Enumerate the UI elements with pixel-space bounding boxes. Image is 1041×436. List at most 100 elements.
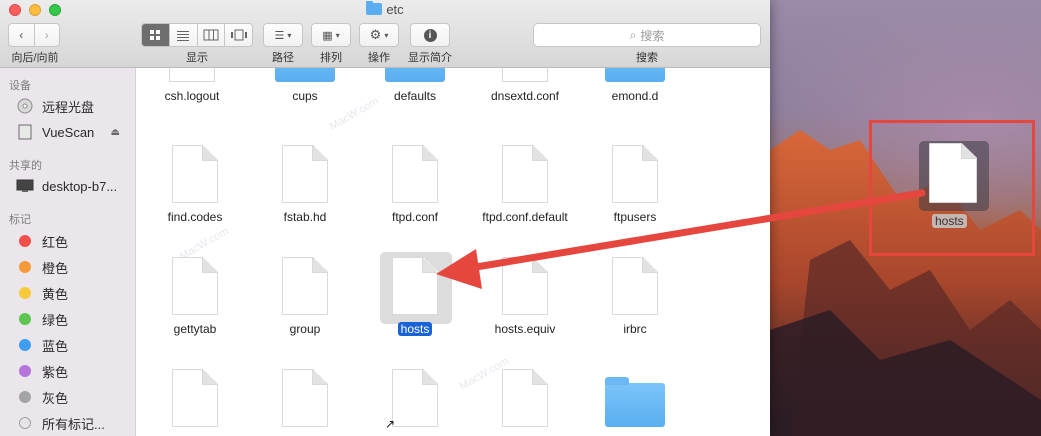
chevron-down-icon: ▾ [384,30,389,40]
gallery-view-button[interactable] [225,24,252,46]
eject-icon[interactable]: ⏏ [111,127,120,138]
document-icon [282,369,328,427]
folder-item[interactable]: defaults [360,68,470,103]
drive-icon [16,124,34,140]
file-item-hosts-selected[interactable]: hosts [360,257,470,336]
document-icon [172,145,218,203]
sidebar-header-shared: 共享的 [9,160,42,172]
sidebar-item-desktop[interactable]: desktop-b7... [16,175,134,197]
folder-icon [366,1,383,15]
all-tags-icon [19,417,31,429]
file-item[interactable]: csh.logout [137,68,247,103]
arrange-button[interactable]: ▦ ▾ [311,23,351,47]
view-label: 显示 [186,52,208,64]
arrange-label: 排列 [320,52,342,64]
arrange-icon: ▦ [322,29,333,42]
back-button[interactable]: ‹ [9,24,35,46]
alias-arrow-icon: ↗ [385,417,396,431]
file-item[interactable]: dnsextd.conf [470,68,580,103]
file-item[interactable] [140,369,250,427]
action-button[interactable]: ⚙ ▾ [359,23,399,47]
path-icon: ☰ [274,29,285,42]
file-item[interactable]: ftpusers [580,145,690,224]
search-icon: ⌕ [629,27,637,42]
folder-icon [605,377,665,427]
list-icon [177,31,190,41]
path-label: 路径 [272,52,294,64]
column-view-button[interactable] [198,24,226,46]
folder-icon [275,68,335,82]
document-icon [612,257,658,315]
folder-item[interactable]: emond.d [580,68,690,103]
file-item[interactable] [250,369,360,427]
file-item[interactable]: gettytab [140,257,250,336]
sidebar-tag-red[interactable]: 红色 [16,230,134,252]
folder-item[interactable] [580,369,690,427]
file-item[interactable]: irbrc [580,257,690,336]
folder-item[interactable]: cups [250,68,360,103]
document-icon [392,257,438,315]
file-item[interactable]: ftpd.conf [360,145,470,224]
monitor-icon [16,178,34,194]
folder-icon [605,68,665,82]
sidebar-tag-gray[interactable]: 灰色 [16,386,134,408]
file-item[interactable]: ↗ [360,369,470,431]
orange-tag-dot [19,261,31,273]
green-tag-dot [19,313,31,325]
yellow-tag-dot [19,287,31,299]
purple-tag-dot [19,365,31,377]
file-grid: MacW.com MacW.com MacW.com csh.logout cu… [137,68,770,436]
document-icon [392,145,438,203]
action-label: 操作 [368,52,390,64]
sidebar-tag-blue[interactable]: 蓝色 [16,334,134,356]
sidebar-item-remote-disc[interactable]: 远程光盘 [16,95,134,117]
list-view-button[interactable] [170,24,198,46]
folder-icon [385,68,445,82]
chevron-right-icon: › [44,28,49,42]
sidebar-all-tags[interactable]: 所有标记... [16,412,134,434]
sidebar-header-devices: 设备 [9,80,31,92]
coverflow-icon [230,29,247,41]
info-icon: i [423,28,437,42]
disc-icon [16,98,34,114]
icon-view-button[interactable] [142,24,170,46]
sidebar-tag-purple[interactable]: 紫色 [16,360,134,382]
document-icon [502,257,548,315]
selected-file-label: hosts [397,322,433,336]
document-icon [172,369,218,427]
get-info-button[interactable]: i [410,23,450,47]
sidebar-tag-yellow[interactable]: 黄色 [16,282,134,304]
path-button[interactable]: ☰ ▾ [263,23,303,47]
file-item[interactable]: hosts.equiv [470,257,580,336]
toolbar: etc ‹ › 向后/向前 显示 ☰ ▾ 路径 ▦ ▾ 排列 ⚙ ▾ 操作 i … [0,0,770,68]
sidebar: 设备 远程光盘 VueScan ⏏ 共享的 desktop-b7... 标记 红… [0,68,136,436]
file-item[interactable] [470,369,580,427]
file-item[interactable]: ftpd.conf.default [470,145,580,224]
blue-tag-dot [19,339,31,351]
chevron-down-icon: ▾ [287,30,292,40]
document-icon [612,145,658,203]
gear-icon: ⚙ [369,27,382,42]
sidebar-tag-green[interactable]: 绿色 [16,308,134,330]
document-icon [929,143,977,203]
finder-window[interactable]: etc ‹ › 向后/向前 显示 ☰ ▾ 路径 ▦ ▾ 排列 ⚙ ▾ 操作 i … [0,0,770,436]
dragged-file[interactable] [929,143,977,203]
document-icon [502,68,548,82]
forward-button[interactable]: › [35,24,60,46]
grid-icon [150,30,161,40]
alias-document-icon [392,369,438,427]
document-icon [282,145,328,203]
search-input[interactable]: ⌕ 搜索 [533,23,761,47]
back-forward-control: ‹ › [8,23,60,47]
document-icon [502,369,548,427]
sidebar-tag-orange[interactable]: 橙色 [16,256,134,278]
search-label: 搜索 [636,52,658,64]
file-item[interactable]: find.codes [140,145,250,224]
sidebar-item-vuescan[interactable]: VueScan ⏏ [16,121,134,143]
columns-icon [203,29,219,41]
file-item[interactable]: fstab.hd [250,145,360,224]
sidebar-header-tags: 标记 [9,214,31,226]
info-label: 显示简介 [408,52,452,64]
file-item[interactable]: group [250,257,360,336]
gray-tag-dot [19,391,31,403]
